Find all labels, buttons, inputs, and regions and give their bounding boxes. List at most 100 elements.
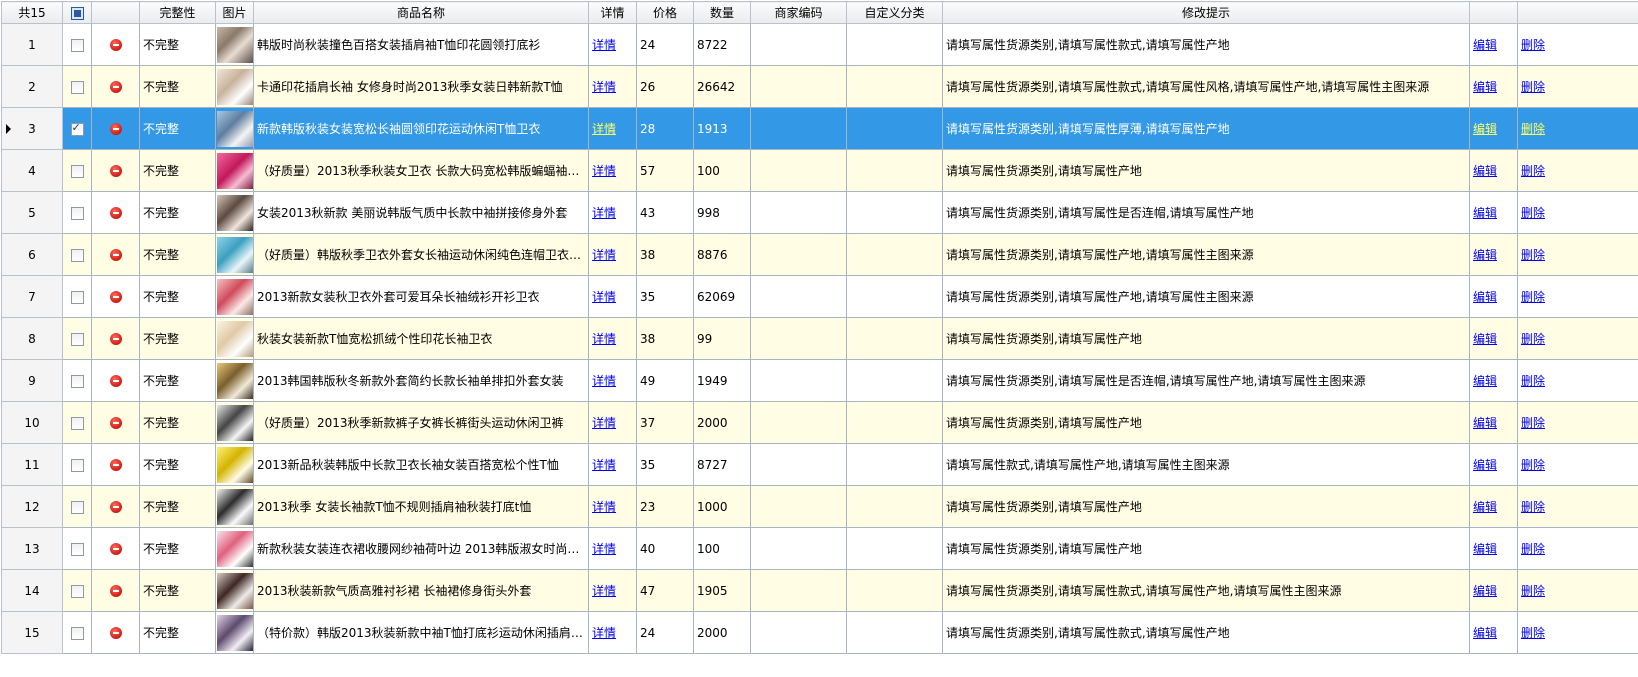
merchant-code-cell[interactable] (750, 107, 847, 150)
edit-link[interactable]: 编辑 (1473, 290, 1497, 304)
row-number-cell[interactable]: 15 (1, 611, 63, 654)
delete-cell[interactable]: 删除 (1517, 569, 1638, 612)
merchant-code-cell[interactable] (750, 443, 847, 486)
custom-category-cell[interactable] (846, 65, 943, 108)
edit-link[interactable]: 编辑 (1473, 584, 1497, 598)
edit-cell[interactable]: 编辑 (1469, 317, 1518, 360)
row-checkbox[interactable] (70, 500, 84, 514)
table-row[interactable]: 1 不完整 韩版时尚秋装撞色百搭女装插肩袖T恤印花圆领打底衫 详情 24 8722 请填写属… (1, 23, 1638, 66)
merchant-code-cell[interactable] (750, 359, 847, 402)
thumbnail-cell[interactable] (215, 443, 254, 486)
row-number-cell[interactable]: 1 (1, 23, 63, 66)
details-cell[interactable]: 详情 (588, 401, 637, 444)
thumbnail-cell[interactable] (215, 23, 254, 66)
row-checkbox[interactable] (70, 38, 84, 52)
custom-category-cell[interactable] (846, 485, 943, 528)
row-checkbox[interactable] (70, 164, 84, 178)
edit-link[interactable]: 编辑 (1473, 122, 1497, 136)
merchant-code-cell[interactable] (750, 65, 847, 108)
edit-link[interactable]: 编辑 (1473, 332, 1497, 346)
delete-cell[interactable]: 删除 (1517, 191, 1638, 234)
thumbnail-cell[interactable] (215, 485, 254, 528)
delete-cell[interactable]: 删除 (1517, 317, 1638, 360)
product-thumbnail[interactable] (217, 26, 253, 63)
edit-cell[interactable]: 编辑 (1469, 569, 1518, 612)
thumbnail-cell[interactable] (215, 191, 254, 234)
delete-link[interactable]: 删除 (1521, 290, 1545, 304)
details-cell[interactable]: 详情 (588, 107, 637, 150)
merchant-code-cell[interactable] (750, 191, 847, 234)
row-checkbox-cell[interactable] (62, 443, 92, 486)
edit-cell[interactable]: 编辑 (1469, 149, 1518, 192)
row-checkbox[interactable] (70, 416, 84, 430)
delete-cell[interactable]: 删除 (1517, 275, 1638, 318)
details-link[interactable]: 详情 (592, 332, 616, 346)
edit-link[interactable]: 编辑 (1473, 164, 1497, 178)
details-cell[interactable]: 详情 (588, 359, 637, 402)
thumbnail-cell[interactable] (215, 65, 254, 108)
header-merchant-code[interactable]: 商家编码 (750, 1, 847, 24)
custom-category-cell[interactable] (846, 191, 943, 234)
header-select-all[interactable] (62, 1, 92, 24)
row-checkbox[interactable] (70, 542, 84, 556)
details-link[interactable]: 详情 (592, 374, 616, 388)
details-cell[interactable]: 详情 (588, 191, 637, 234)
row-number-cell[interactable]: 9 (1, 359, 63, 402)
row-checkbox[interactable] (70, 332, 84, 346)
delete-link[interactable]: 删除 (1521, 626, 1545, 640)
row-checkbox[interactable] (70, 374, 84, 388)
table-row[interactable]: 11 不完整 2013新品秋装韩版中长款卫衣长袖女装百搭宽松个性T恤 详情 35 8727… (1, 443, 1638, 486)
merchant-code-cell[interactable] (750, 275, 847, 318)
select-all-checkbox[interactable] (70, 6, 84, 20)
details-cell[interactable]: 详情 (588, 233, 637, 276)
edit-cell[interactable]: 编辑 (1469, 107, 1518, 150)
details-cell[interactable]: 详情 (588, 443, 637, 486)
thumbnail-cell[interactable] (215, 527, 254, 570)
edit-cell[interactable]: 编辑 (1469, 275, 1518, 318)
delete-cell[interactable]: 删除 (1517, 233, 1638, 276)
product-thumbnail[interactable] (217, 68, 253, 105)
delete-cell[interactable]: 删除 (1517, 23, 1638, 66)
details-link[interactable]: 详情 (592, 122, 616, 136)
merchant-code-cell[interactable] (750, 23, 847, 66)
table-row[interactable]: 13 不完整 新款秋装女装连衣裙收腰网纱袖荷叶边 2013韩版淑女时尚连衣裙 详情 40… (1, 527, 1638, 570)
edit-link[interactable]: 编辑 (1473, 416, 1497, 430)
product-thumbnail[interactable] (217, 278, 253, 315)
row-checkbox[interactable] (70, 290, 84, 304)
row-checkbox-cell[interactable] (62, 401, 92, 444)
delete-link[interactable]: 删除 (1521, 206, 1545, 220)
row-checkbox-cell[interactable] (62, 275, 92, 318)
row-checkbox-cell[interactable] (62, 149, 92, 192)
thumbnail-cell[interactable] (215, 149, 254, 192)
custom-category-cell[interactable] (846, 611, 943, 654)
custom-category-cell[interactable] (846, 527, 943, 570)
row-checkbox[interactable] (70, 80, 84, 94)
delete-cell[interactable]: 删除 (1517, 443, 1638, 486)
edit-cell[interactable]: 编辑 (1469, 527, 1518, 570)
row-number-cell[interactable]: 13 (1, 527, 63, 570)
header-product-name[interactable]: 商品名称 (253, 1, 589, 24)
details-cell[interactable]: 详情 (588, 149, 637, 192)
delete-cell[interactable]: 删除 (1517, 485, 1638, 528)
delete-link[interactable]: 删除 (1521, 38, 1545, 52)
table-row[interactable]: 4 不完整 （好质量）2013秋季秋装女卫衣 长款大码宽松韩版蝙蝠袖连帽卫衣 详情 57… (1, 149, 1638, 192)
row-number-cell[interactable]: 4 (1, 149, 63, 192)
product-thumbnail[interactable] (217, 446, 253, 483)
row-checkbox-cell[interactable] (62, 359, 92, 402)
table-row[interactable]: 3 不完整新款韩版秋装女装宽松长袖圆领印花运动休闲T恤卫衣详情 281913 请填写属… (1, 107, 1638, 150)
details-link[interactable]: 详情 (592, 458, 616, 472)
merchant-code-cell[interactable] (750, 401, 847, 444)
merchant-code-cell[interactable] (750, 233, 847, 276)
delete-link[interactable]: 删除 (1521, 164, 1545, 178)
details-link[interactable]: 详情 (592, 290, 616, 304)
delete-link[interactable]: 删除 (1521, 374, 1545, 388)
header-price[interactable]: 价格 (636, 1, 694, 24)
delete-link[interactable]: 删除 (1521, 458, 1545, 472)
custom-category-cell[interactable] (846, 401, 943, 444)
product-thumbnail[interactable] (217, 320, 253, 357)
table-row[interactable]: 8 不完整 秋装女装新款T恤宽松抓绒个性印花长袖卫衣 详情 38 99 请填写属性货源类别,… (1, 317, 1638, 360)
edit-cell[interactable]: 编辑 (1469, 359, 1518, 402)
table-row[interactable]: 12 不完整 2013秋季 女装长袖款T恤不规则插肩袖秋装打底t恤 详情 23 1000 请… (1, 485, 1638, 528)
row-number-cell[interactable]: 11 (1, 443, 63, 486)
header-image[interactable]: 图片 (215, 1, 254, 24)
